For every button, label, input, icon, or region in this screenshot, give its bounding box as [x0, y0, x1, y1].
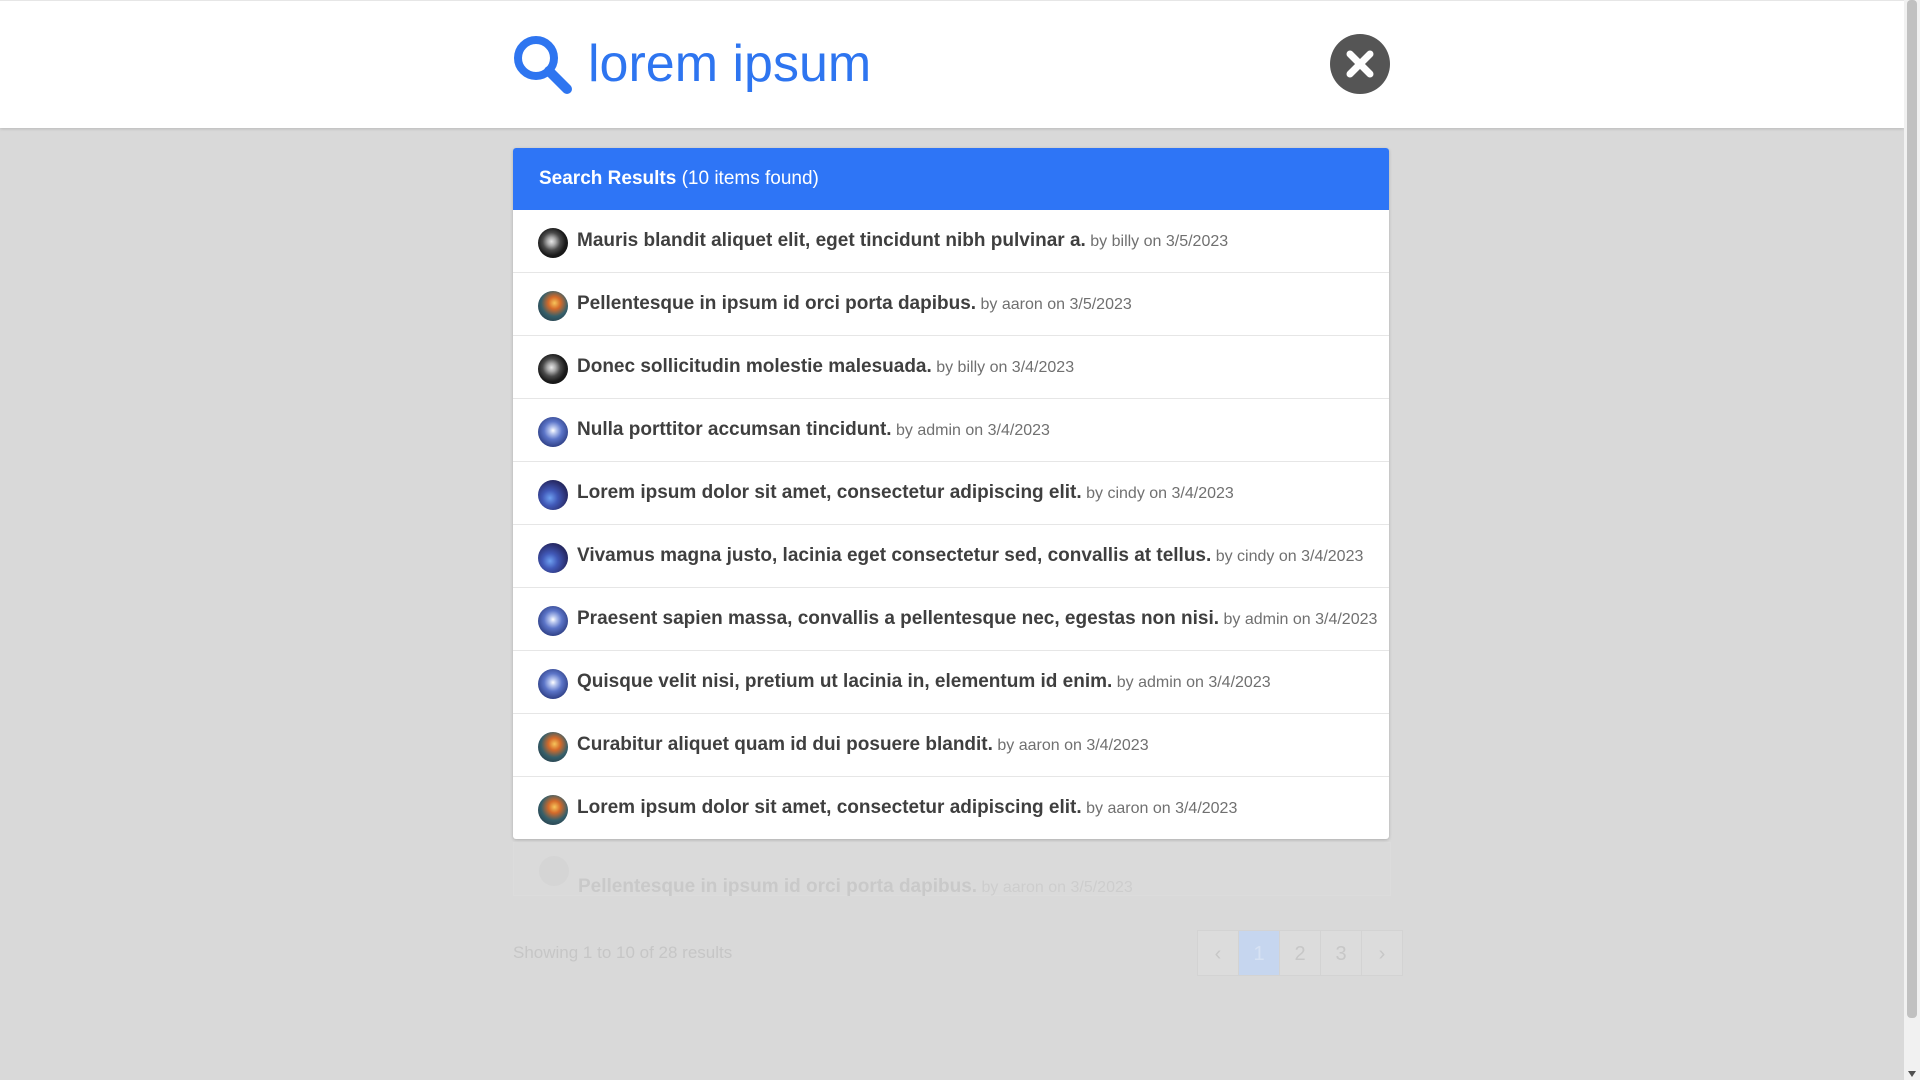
- search-result-title[interactable]: Lorem ipsum dolor sit amet, consectetur …: [577, 797, 1082, 818]
- avatar: [538, 480, 568, 510]
- search-result-title[interactable]: Lorem ipsum dolor sit amet, consectetur …: [577, 482, 1082, 503]
- search-result-meta: by admin on 3/4/2023: [1112, 674, 1271, 691]
- close-icon: [1346, 50, 1374, 78]
- close-search-button[interactable]: [1330, 34, 1390, 94]
- search-results-panel: Search Results (10 items found) Mauris b…: [513, 148, 1389, 839]
- search-result-text: Pellentesque in ipsum id orci porta dapi…: [577, 273, 1132, 335]
- search-results-count: (10 items found): [676, 168, 819, 189]
- search-result-text: Lorem ipsum dolor sit amet, consectetur …: [577, 462, 1234, 524]
- search-result-meta: by billy on 3/4/2023: [931, 359, 1075, 376]
- background-list-item-text: Pellentesque in ipsum id orci porta dapi…: [578, 856, 1133, 918]
- search-result-item[interactable]: Pellentesque in ipsum id orci porta dapi…: [513, 272, 1389, 335]
- search-result-meta: by admin on 3/4/2023: [891, 422, 1050, 439]
- pagination: ‹ 1 2 3 ›: [1197, 930, 1403, 978]
- search-result-meta: by aaron on 3/4/2023: [1081, 800, 1238, 817]
- search-result-text: Vivamus magna justo, lacinia eget consec…: [577, 525, 1363, 587]
- avatar: [539, 856, 569, 886]
- pagination-next[interactable]: ›: [1361, 930, 1403, 976]
- background-list-item-title: Pellentesque in ipsum id orci porta dapi…: [578, 876, 978, 897]
- search-result-meta: by cindy on 3/4/2023: [1081, 485, 1234, 502]
- search-result-text: Curabitur aliquet quam id dui posuere bl…: [577, 714, 1149, 776]
- avatar: [538, 291, 568, 321]
- search-result-text: Nulla porttitor accumsan tincidunt. by a…: [577, 399, 1050, 461]
- page-scrollbar[interactable]: [1904, 0, 1920, 1080]
- pagination-page-1[interactable]: 1: [1238, 930, 1280, 976]
- avatar: [538, 606, 568, 636]
- search-result-title[interactable]: Vivamus magna justo, lacinia eget consec…: [577, 545, 1211, 566]
- pagination-summary: Showing 1 to 10 of 28 results: [513, 943, 733, 962]
- search-result-meta: by cindy on 3/4/2023: [1211, 548, 1364, 565]
- search-result-item[interactable]: Nulla porttitor accumsan tincidunt. by a…: [513, 398, 1389, 461]
- search-result-title[interactable]: Mauris blandit aliquet elit, eget tincid…: [577, 230, 1086, 251]
- search-result-text: Praesent sapien massa, convallis a pelle…: [577, 588, 1377, 650]
- search-result-item[interactable]: Mauris blandit aliquet elit, eget tincid…: [513, 210, 1389, 272]
- search-result-item[interactable]: Curabitur aliquet quam id dui posuere bl…: [513, 713, 1389, 776]
- search-result-text: Lorem ipsum dolor sit amet, consectetur …: [577, 777, 1237, 839]
- search-result-item[interactable]: Lorem ipsum dolor sit amet, consectetur …: [513, 776, 1389, 839]
- search-result-item[interactable]: Vivamus magna justo, lacinia eget consec…: [513, 524, 1389, 587]
- search-result-text: Donec sollicitudin molestie malesuada. b…: [577, 336, 1074, 398]
- scrollbar-thumb[interactable]: [1907, 0, 1917, 1018]
- background-list-item: Pellentesque in ipsum id orci porta dapi…: [513, 842, 1391, 897]
- search-result-meta: by aaron on 3/4/2023: [992, 737, 1149, 754]
- avatar: [538, 228, 568, 258]
- search-results-list: Mauris blandit aliquet elit, eget tincid…: [513, 210, 1389, 839]
- search-result-title[interactable]: Quisque velit nisi, pretium ut lacinia i…: [577, 671, 1112, 692]
- pagination-page-2[interactable]: 2: [1279, 930, 1321, 976]
- avatar: [538, 795, 568, 825]
- search-input[interactable]: [588, 29, 1288, 99]
- search-result-meta: by aaron on 3/5/2023: [976, 296, 1132, 313]
- search-result-text: Quisque velit nisi, pretium ut lacinia i…: [577, 651, 1271, 713]
- background-list-item-meta: by aaron on 3/5/2023: [977, 879, 1133, 896]
- search-result-title[interactable]: Curabitur aliquet quam id dui posuere bl…: [577, 734, 993, 755]
- scroll-down-arrow-icon[interactable]: [1908, 1071, 1916, 1077]
- search-result-meta: by admin on 3/4/2023: [1219, 611, 1378, 628]
- avatar: [538, 354, 568, 384]
- search-result-item[interactable]: Lorem ipsum dolor sit amet, consectetur …: [513, 461, 1389, 524]
- search-result-title[interactable]: Donec sollicitudin molestie malesuada.: [577, 356, 932, 377]
- search-results-title: Search Results: [539, 168, 677, 189]
- search-result-item[interactable]: Quisque velit nisi, pretium ut lacinia i…: [513, 650, 1389, 713]
- avatar: [538, 669, 568, 699]
- search-icon: [511, 33, 573, 95]
- search-result-item[interactable]: Praesent sapien massa, convallis a pelle…: [513, 587, 1389, 650]
- search-bar: [0, 0, 1904, 128]
- pagination-prev[interactable]: ‹: [1197, 930, 1239, 976]
- search-result-title[interactable]: Pellentesque in ipsum id orci porta dapi…: [577, 293, 976, 314]
- avatar: [538, 417, 568, 447]
- search-result-text: Mauris blandit aliquet elit, eget tincid…: [577, 210, 1228, 272]
- search-result-title[interactable]: Nulla porttitor accumsan tincidunt.: [577, 419, 892, 440]
- search-result-title[interactable]: Praesent sapien massa, convallis a pelle…: [577, 608, 1219, 629]
- search-result-item[interactable]: Donec sollicitudin molestie malesuada. b…: [513, 335, 1389, 398]
- avatar: [538, 543, 568, 573]
- avatar: [538, 732, 568, 762]
- search-results-header: Search Results (10 items found): [513, 148, 1389, 210]
- pagination-page-3[interactable]: 3: [1320, 930, 1362, 976]
- search-result-meta: by billy on 3/5/2023: [1085, 233, 1229, 250]
